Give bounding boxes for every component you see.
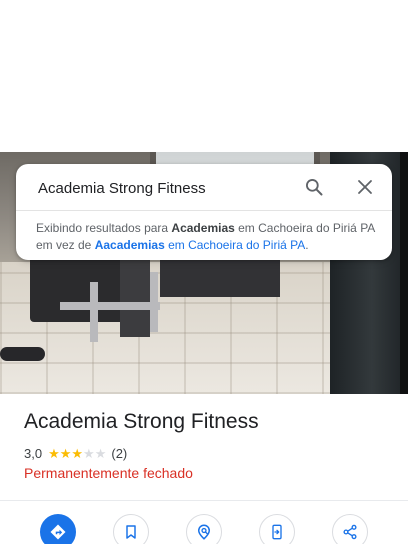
rating-row[interactable]: 3,0 ★ ★ ★ ★ ★ (2)	[24, 445, 127, 461]
place-info-panel: Academia Strong Fitness 3,0 ★ ★ ★ ★ ★ (2…	[0, 394, 408, 544]
action-buttons	[0, 514, 408, 544]
search-button[interactable]	[302, 175, 326, 199]
star-icon: ★	[94, 445, 107, 461]
send-to-phone-icon	[272, 524, 282, 540]
spelling-notice: Exibindo resultados para Academias em Ca…	[36, 220, 381, 254]
rating-value: 3,0	[24, 445, 43, 461]
share-icon	[343, 524, 357, 540]
search-instead-link[interactable]: Aacademias em Cachoeira do Piriá PA	[95, 238, 306, 252]
notice-original-term: Aacademias	[94, 238, 165, 252]
star-rating: ★ ★ ★ ★ ★	[48, 447, 106, 460]
blank-header-area	[0, 0, 408, 152]
save-button[interactable]	[113, 514, 149, 544]
photo-gym-machine	[30, 252, 130, 322]
notice-shown-term: Academias	[171, 221, 235, 235]
star-icon: ★	[59, 445, 72, 461]
info-divider	[0, 500, 408, 501]
share-button[interactable]	[332, 514, 368, 544]
star-icon: ★	[48, 445, 60, 461]
directions-icon	[50, 524, 66, 540]
search-card: Exibindo resultados para Academias em Ca…	[16, 164, 392, 260]
notice-middle: em vez de	[36, 238, 95, 252]
star-icon: ★	[83, 445, 95, 461]
search-bar	[16, 164, 392, 210]
photo-gym-machine	[120, 247, 150, 337]
search-input[interactable]	[38, 177, 298, 199]
place-title: Academia Strong Fitness	[24, 410, 259, 433]
notice-original-location: em Cachoeira do Piriá PA	[164, 238, 306, 252]
photo-machine-frame	[90, 282, 98, 342]
notice-shown-location: em Cachoeira do Piriá PA	[234, 221, 375, 235]
nearby-button[interactable]	[186, 514, 222, 544]
star-icon: ★	[71, 445, 84, 461]
notice-suffix: .	[305, 238, 309, 252]
search-divider	[16, 210, 392, 211]
photo-edge	[400, 152, 408, 394]
photo-dumbbell	[0, 347, 45, 361]
close-button[interactable]	[353, 175, 377, 199]
photo-machine-frame	[60, 302, 160, 310]
send-to-phone-button[interactable]	[259, 514, 295, 544]
notice-prefix: Exibindo resultados para	[36, 221, 172, 235]
nearby-icon	[197, 524, 211, 540]
search-icon	[306, 179, 323, 196]
directions-button[interactable]	[40, 514, 76, 544]
photo-machine-frame	[150, 272, 158, 332]
business-status: Permanentemente fechado	[24, 465, 193, 481]
review-count[interactable]: (2)	[111, 446, 127, 461]
close-icon	[358, 180, 372, 194]
bookmark-icon	[126, 525, 136, 539]
